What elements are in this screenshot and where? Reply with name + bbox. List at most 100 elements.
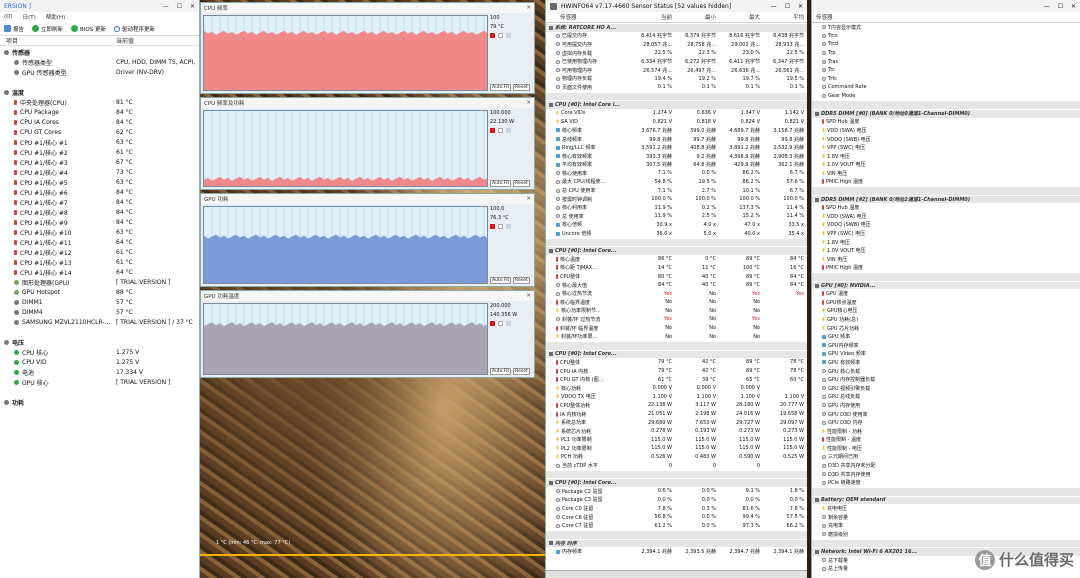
sensor-group-header[interactable] (812, 487, 1080, 496)
sensor-group-header[interactable] (546, 91, 807, 101)
sensor-row[interactable]: 物理内存负载 19.4 % 19.2 % 19.7 % 19.5 % (546, 75, 807, 84)
sensor-row[interactable]: 可用物理内存 26,574 兆... 26,497 兆... 26,636 兆... 2… (546, 66, 807, 75)
sensor-group-header[interactable]: Battery: OEM standard (812, 495, 1080, 505)
sensor-group-header[interactable] (546, 469, 807, 479)
sensor-row[interactable]: VDDQ (SWB) 电压 (812, 221, 1080, 230)
tree-row[interactable]: CPU #1/核心 #9 84 °C (4, 217, 195, 227)
graph-window[interactable]: GPU 功耗 ✕ 100.0 76.3 °C Auto Fit Reset (200, 193, 535, 287)
sensor-row[interactable]: 核心最大值 84 °C 40 °C 89 °C 84 °C (546, 281, 807, 290)
sensor-row[interactable]: VDD (SWA) 电压 (812, 126, 1080, 135)
sensor-row[interactable]: 系统总功率 29.689 W 7.653 W 29.727 W 29.097 W (546, 418, 807, 427)
close-icon[interactable]: ✕ (526, 196, 531, 202)
tree-group[interactable]: 传感器 (4, 47, 195, 57)
sensor-row[interactable]: GPU热点温度 (812, 298, 1080, 307)
sensor-row[interactable]: CPU整体 79 °C 42 °C 89 °C 78 °C (546, 358, 807, 367)
close-icon[interactable]: ✕ (1071, 3, 1076, 10)
tree-row[interactable]: CPU #1/核心 #8 84 °C (4, 207, 195, 217)
sensor-row[interactable]: 总线频率 99.8 兆赫 99.7 兆赫 99.8 兆赫 99.8 兆赫 (546, 135, 807, 144)
maximize-icon[interactable]: ☐ (177, 3, 182, 10)
sensor-row[interactable]: 核心有效频率 393.3 兆赫 9.2 兆赫 4,398.9 兆赫 2,908.3 兆赫 (546, 152, 807, 161)
tree-row[interactable]: 传感器类型 CPU, HDD, DIMM TS, ACPI, SNB (4, 57, 195, 67)
sensor-row[interactable]: GPU 总线负载 (812, 393, 1080, 402)
sensor-group-header[interactable] (546, 237, 807, 247)
close-icon[interactable]: ✕ (798, 3, 803, 10)
sensor-row[interactable]: 性能限制 - 电压 (812, 444, 1080, 453)
sensor-row[interactable]: PL1 功率限制 115.0 W 115.0 W 115.0 W 115.0 W (546, 436, 807, 445)
sensor-group-header[interactable]: 系统: RATCORE HO A... (546, 23, 807, 32)
sensor-row[interactable]: Uncore 倍频 36.0 x 5.0 x 40.0 x 35.4 x (546, 229, 807, 238)
sensor-group-header[interactable]: CPU [#0]: Intel Core... (546, 246, 807, 256)
close-icon[interactable]: ✕ (190, 3, 195, 10)
sensor-group-header[interactable] (546, 340, 807, 350)
sensor-row[interactable]: GPU核心电压 (812, 307, 1080, 316)
tree-group[interactable]: 温度 (4, 87, 195, 97)
tree-row[interactable]: CPU #1/核心 #11 64 °C (4, 237, 195, 247)
tree-row[interactable]: CPU 核心 1.275 V (4, 347, 195, 357)
menu-item[interactable]: 日(T) (23, 13, 36, 21)
graph-window[interactable]: CPU 频率及功耗 ✕ 100.000 22.130 W Auto Fit Reset (200, 97, 535, 190)
sensor-row[interactable]: 最大 CPU/线程使... 54.8 % 19.5 % 86.2 % 57.6 % (546, 178, 807, 187)
tree-row[interactable]: CPU VID 1.275 V (4, 357, 195, 367)
tree-row[interactable]: GPU Hotspot 88 °C (4, 287, 195, 297)
tree-row[interactable]: CPU #1/核心 #3 67 °C (4, 157, 195, 167)
sensor-group-header[interactable]: CPU [#0]: Intel Core i... (546, 100, 807, 109)
sensor-row[interactable]: 1.0V VOUT 电压 (812, 161, 1080, 170)
col-sensor[interactable]: 传感器 (546, 13, 628, 21)
sensor-row[interactable]: 1.8V 电压 (812, 238, 1080, 247)
sensor-row[interactable]: 核心频率 3,676.7 兆赫 399.0 兆赫 4,689.7 兆赫 3,158.7 … (546, 126, 807, 135)
sensor-row[interactable]: SPD Hub 温度 (812, 203, 1080, 212)
reset-button[interactable]: Reset (513, 180, 530, 187)
tree-row[interactable]: CPU #1/核心 #12 61 °C (4, 247, 195, 257)
col-current[interactable]: 当前 (628, 13, 672, 21)
tree-row[interactable] (4, 327, 195, 337)
sensor-row[interactable]: GPU 有效频率 (812, 358, 1080, 367)
tree-row[interactable]: 图形处理器(GPU) [ TRIAL VERSION ] (4, 277, 195, 287)
tree-row[interactable]: GPU 传感器类型 Driver (NV-DRV) (4, 67, 195, 77)
sensor-row[interactable]: CPU整体功耗 22.138 W 3.117 W 28.180 W 20.777 W (546, 401, 807, 410)
sensor-group-header[interactable] (812, 272, 1080, 281)
tree-row[interactable]: CPU #1/核心 #10 63 °C (4, 227, 195, 237)
sensor-row[interactable]: 平均有效频率 307.5 兆赫 64.8 兆赫 429.9 兆赫 362.1 兆赫 (546, 161, 807, 170)
sensor-group-header[interactable]: 内存 时序 (546, 538, 807, 548)
sensor-row[interactable]: GPU 内存控制器负载 (812, 375, 1080, 384)
sensor-row[interactable]: 核心过热节流 Yes No Yes Yes (546, 289, 807, 298)
sensor-row[interactable]: GPU内存频率 (812, 341, 1080, 350)
sensor-row[interactable]: VDDQ (SWB) 电压 (812, 135, 1080, 144)
sensor-row[interactable]: D3D 共享内存未分配 (812, 461, 1080, 470)
color-swatch[interactable] (498, 128, 503, 133)
maximize-icon[interactable]: ☐ (1058, 3, 1063, 10)
tree-row[interactable]: CPU #1/核心 #14 64 °C (4, 267, 195, 277)
tree-row[interactable]: CPU #1/核心 #2 61 °C (4, 147, 195, 157)
close-icon[interactable]: ✕ (526, 5, 531, 11)
sensor-row[interactable]: Core C0 驻留 7.8 % 0.3 % 81.6 % 7.8 % (546, 504, 807, 513)
sensor-row[interactable]: 系统芯片功耗 0.278 W 0.193 W 0.273 W 0.273 W (546, 427, 807, 436)
sensor-row[interactable]: PMIC High 温度 (812, 178, 1080, 187)
sensor-row[interactable]: 内存频率 2,394.1 兆赫 2,393.5 兆赫 2,394.7 兆赫 2,394.… (546, 547, 807, 556)
sensor-row[interactable]: 核心使用率 7.1 % 0.0 % 86.2 % 6.7 % (546, 169, 807, 178)
graph-window[interactable]: GPU 功耗温度 ✕ 200.000 140.356 W Auto Fit Reset (200, 290, 535, 378)
col-value[interactable]: 当前值 (116, 36, 134, 45)
sensor-group-header[interactable]: CPU [#0]: Intel Core... (546, 349, 807, 359)
sensor-row[interactable]: 封装/环 过热节流 Yes No Yes (546, 315, 807, 324)
sensor-row[interactable]: 总 使用率 11.9 % 2.5 % 15.2 % 11.4 % (546, 212, 807, 221)
color-swatch[interactable] (498, 224, 503, 229)
graph-window[interactable]: CPU 频率 ✕ 100 79 °C Auto Fit Reset (200, 2, 535, 94)
sensor-row[interactable]: GPU D3D 内存 (812, 418, 1080, 427)
sensor-group-header[interactable] (812, 538, 1080, 548)
sensor-row[interactable]: 性能限制 - 温度 (812, 436, 1080, 445)
auto-fit-button[interactable]: Auto Fit (490, 277, 512, 284)
tree-group[interactable]: 电压 (4, 337, 195, 347)
sensor-row[interactable]: VPP (SWC) 电压 (812, 229, 1080, 238)
sensor-row[interactable]: T内容显示模式 (812, 23, 1080, 32)
sensor-row[interactable]: 总 CPU 使用率 7.1 % 2.7 % 10.1 % 6.7 % (546, 186, 807, 195)
sensor-row[interactable]: 剩余容量 (812, 513, 1080, 522)
reset-button[interactable]: Reset (513, 368, 530, 375)
sensor-group-header[interactable]: GPU [#0]: NVIDIA... (812, 280, 1080, 290)
sensor-row[interactable]: Gear Mode (812, 92, 1080, 101)
sensor-row[interactable]: 核心功耗 0.000 V 0.000 V 0.000 V (546, 384, 807, 393)
sensor-row[interactable]: 按需时钟调制 100.0 % 100.0 % 100.0 % 100.0 % (546, 195, 807, 204)
sensor-row[interactable]: 可用提交内存 28,057 兆... 28,758 兆... 29,002 兆... 2… (546, 40, 807, 49)
auto-fit-button[interactable]: Auto Fit (490, 84, 512, 91)
tree-row[interactable]: SAMSUNG MZVL2110HCLR-... [ TRIAL VERSION … (4, 317, 195, 327)
sensor-row[interactable]: CPU GT 内核 (图... 61 °C 39 °C 65 °C 60 °C (546, 375, 807, 384)
